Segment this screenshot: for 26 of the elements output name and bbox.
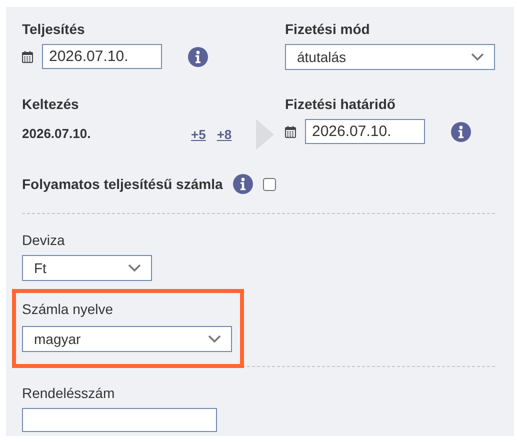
calendar-icon bbox=[285, 126, 296, 138]
field-label: Számla nyelve bbox=[22, 301, 114, 317]
date-input[interactable]: 2026.07.10. bbox=[42, 44, 162, 69]
date-input[interactable]: 2026.07.10. bbox=[305, 119, 425, 144]
field-label: Rendelésszám bbox=[22, 385, 116, 401]
field-label: Keltezés bbox=[22, 96, 80, 112]
language-select[interactable]: magyar bbox=[22, 326, 232, 352]
chevron-down-icon bbox=[471, 53, 484, 61]
field-label: Fizetési mód bbox=[285, 21, 371, 37]
order-number-input[interactable] bbox=[22, 408, 217, 432]
day-offset-link[interactable]: +8 bbox=[216, 126, 232, 142]
chevron-down-icon bbox=[128, 264, 141, 272]
info-icon[interactable] bbox=[451, 122, 471, 142]
payment-method-select[interactable]: átutalás bbox=[285, 44, 495, 70]
field-label: Folyamatos teljesítésű számla bbox=[22, 176, 223, 192]
date-text: 2026.07.10. bbox=[22, 126, 92, 142]
day-offset-link[interactable]: +5 bbox=[191, 126, 206, 142]
currency-select[interactable]: Ft bbox=[22, 255, 152, 281]
chevron-down-icon bbox=[208, 335, 221, 343]
info-icon[interactable] bbox=[232, 174, 253, 194]
field-label: Teljesítés bbox=[22, 21, 86, 37]
field-label: Fizetési határidő bbox=[285, 96, 396, 112]
calendar-icon bbox=[22, 50, 33, 62]
checkbox[interactable] bbox=[262, 178, 276, 190]
info-icon[interactable] bbox=[188, 46, 208, 66]
field-label: Deviza bbox=[22, 232, 66, 248]
